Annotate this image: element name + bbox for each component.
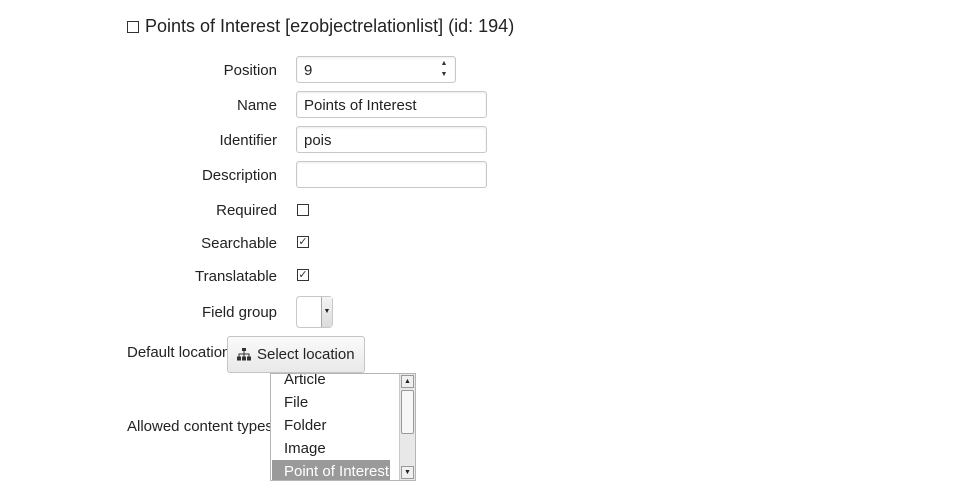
select-location-label: Select location: [257, 346, 355, 363]
allowed-content-types-label: Allowed content types: [127, 418, 273, 435]
attribute-title: Points of Interest [ezobjectrelationlist…: [145, 16, 515, 36]
stepper-down-icon[interactable]: ▼: [441, 71, 448, 79]
default-location-label: Default location: [127, 344, 231, 361]
position-stepper[interactable]: 9 ▲ ▼: [296, 56, 456, 83]
scroll-up-icon[interactable]: ▲: [401, 375, 414, 388]
identifier-label: Identifier: [219, 132, 277, 149]
checkmark-icon: ✓: [298, 269, 308, 281]
attribute-select-checkbox[interactable]: [127, 20, 139, 33]
name-field[interactable]: Points of Interest: [296, 91, 487, 118]
position-label: Position: [223, 62, 277, 79]
list-item[interactable]: Article: [272, 374, 390, 391]
name-label: Name: [236, 97, 277, 114]
list-item[interactable]: Image: [272, 437, 390, 460]
scroll-down-icon[interactable]: ▼: [401, 466, 414, 479]
field-group-select[interactable]: ▼: [296, 296, 333, 328]
required-label: Required: [216, 202, 277, 219]
chevron-down-icon[interactable]: ▼: [321, 297, 332, 327]
field-group-label: Field group: [201, 304, 277, 321]
required-checkbox[interactable]: [297, 204, 309, 216]
translatable-label: Translatable: [195, 268, 277, 285]
stepper-up-icon[interactable]: ▲: [441, 60, 448, 68]
select-location-button[interactable]: Select location: [227, 336, 365, 373]
scrollbar-thumb[interactable]: [401, 390, 414, 434]
searchable-label: Searchable: [201, 235, 277, 252]
description-label: Description: [201, 167, 277, 184]
list-item[interactable]: Folder: [272, 414, 390, 437]
allowed-content-types-list[interactable]: Article File Folder Image Point of Inter…: [270, 373, 416, 481]
attribute-header: Points of Interest [ezobjectrelationlist…: [127, 16, 514, 37]
list-item-selected[interactable]: Point of Interest: [272, 460, 390, 480]
checkmark-icon: ✓: [298, 236, 308, 248]
identifier-value: pois: [304, 132, 332, 149]
list-item[interactable]: File: [272, 391, 390, 414]
scrollbar[interactable]: ▲ ▼: [399, 374, 415, 480]
sitemap-icon: [237, 348, 251, 361]
identifier-field[interactable]: pois: [296, 126, 487, 153]
name-value: Points of Interest: [304, 97, 417, 114]
position-value: 9: [304, 62, 313, 79]
description-field[interactable]: [296, 161, 487, 188]
stepper-arrows[interactable]: ▲ ▼: [439, 60, 449, 79]
translatable-checkbox[interactable]: ✓: [297, 269, 309, 281]
searchable-checkbox[interactable]: ✓: [297, 236, 309, 248]
